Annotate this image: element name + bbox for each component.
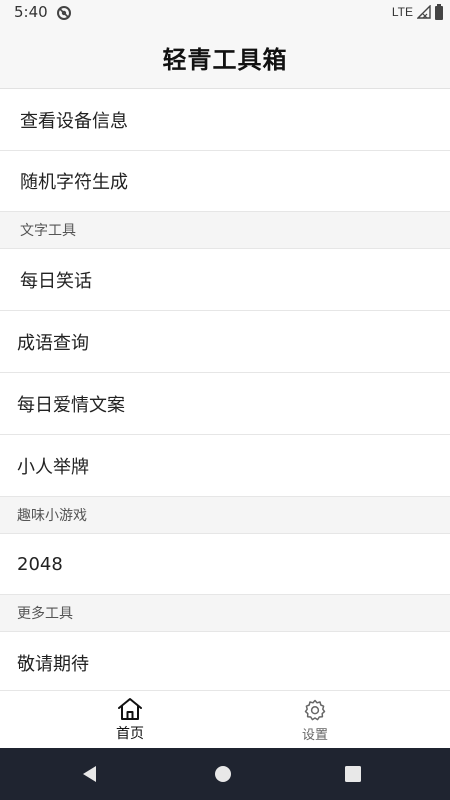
back-icon[interactable] [78, 762, 102, 786]
list-item-device-info[interactable]: 查看设备信息 [0, 88, 450, 150]
section-header-label: 趣味小游戏 [17, 508, 87, 524]
section-header-label: 文字工具 [20, 223, 76, 239]
section-header-fun-games: 趣味小游戏 [0, 496, 450, 533]
section-header-more-tools: 更多工具 [0, 594, 450, 631]
network-type: LTE [391, 5, 413, 19]
list-item-label: 2048 [17, 553, 63, 575]
list-item-label: 每日爱情文案 [17, 394, 125, 416]
notification-icon [57, 6, 71, 20]
list-item-label: 每日笑话 [20, 270, 92, 292]
list-item-love-quotes[interactable]: 每日爱情文案 [0, 372, 450, 434]
tab-home-label: 首页 [116, 726, 144, 742]
list-item-label: 查看设备信息 [20, 110, 128, 132]
tool-list: 查看设备信息 随机字符生成 文字工具 每日笑话 成语查询 每日爱情文案 小人举牌… [0, 88, 450, 693]
tab-settings[interactable]: 设置 [255, 691, 375, 749]
list-item-daily-joke[interactable]: 每日笑话 [0, 248, 450, 310]
list-item-2048[interactable]: 2048 [0, 533, 450, 594]
list-item-idiom-lookup[interactable]: 成语查询 [0, 310, 450, 372]
recent-apps-icon[interactable] [341, 762, 365, 786]
list-item-label: 随机字符生成 [20, 172, 128, 193]
section-header-text-tools: 文字工具 [0, 211, 450, 248]
list-item-label: 成语查询 [17, 332, 89, 354]
system-nav-bar [0, 748, 450, 800]
home-circle-icon[interactable] [211, 762, 235, 786]
list-item-label: 敬请期待 [17, 653, 89, 675]
title-bar: 轻青工具箱 [0, 26, 450, 88]
gear-icon [304, 699, 326, 720]
status-bar: 5:40 LTE [0, 0, 450, 26]
app-title: 轻青工具箱 [162, 45, 288, 74]
list-item-sign-holder[interactable]: 小人举牌 [0, 434, 450, 496]
tab-home[interactable]: 首页 [70, 691, 190, 749]
tab-settings-label: 设置 [301, 727, 328, 743]
app-screen: 5:40 LTE 轻青工具箱 查看设备信息 随机字符生成 文字工具 每日笑话 成… [0, 0, 450, 800]
list-item-random-string[interactable]: 随机字符生成 [0, 150, 450, 211]
list-item-coming-soon[interactable]: 敬请期待 [0, 631, 450, 693]
status-right: LTE [392, 4, 444, 20]
battery-icon [435, 4, 443, 20]
bottom-nav: 首页 设置 [0, 690, 450, 748]
section-header-label: 更多工具 [17, 606, 73, 622]
list-item-label: 小人举牌 [17, 456, 89, 478]
signal-icon [417, 5, 431, 19]
status-time: 5:40 [14, 3, 48, 21]
home-icon [118, 698, 142, 720]
